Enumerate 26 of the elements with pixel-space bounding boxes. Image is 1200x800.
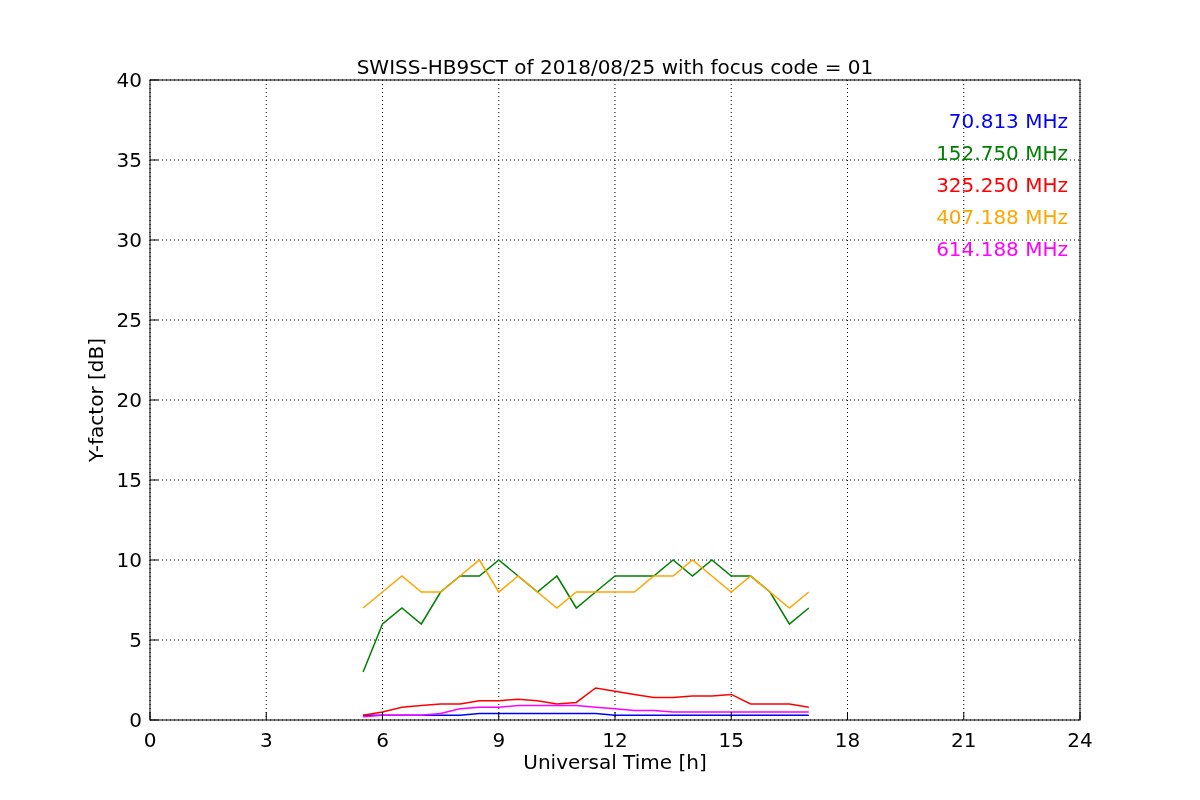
y-axis-label: Y-factor [dB] <box>84 338 108 462</box>
x-tick-label: 18 <box>834 728 861 752</box>
x-tick-label: 9 <box>492 728 506 752</box>
y-tick-label: 0 <box>129 708 142 732</box>
legend-label: 152.750 MHz <box>936 141 1068 165</box>
y-tick-label: 35 <box>116 148 142 172</box>
x-tick-label: 12 <box>602 728 628 752</box>
x-tick-label: 6 <box>376 728 389 752</box>
x-tick-label: 3 <box>259 728 273 752</box>
y-tick-label: 20 <box>116 388 142 412</box>
legend-label: 407.188 MHz <box>936 205 1068 229</box>
x-tick-label: 15 <box>718 728 744 752</box>
y-tick-label: 40 <box>116 68 142 92</box>
y-tick-label: 15 <box>116 468 142 492</box>
chart-title: SWISS-HB9SCT of 2018/08/25 with focus code = 01 <box>356 55 874 79</box>
legend-label: 325.250 MHz <box>936 173 1068 197</box>
x-axis-label: Universal Time [h] <box>523 750 707 774</box>
y-tick-label: 10 <box>116 548 142 572</box>
x-tick-label: 24 <box>1067 728 1093 752</box>
x-tick-label: 0 <box>143 728 157 752</box>
legend-label: 614.188 MHz <box>936 237 1068 261</box>
x-tick-label: 21 <box>951 728 977 752</box>
legend-label: 70.813 MHz <box>948 109 1068 133</box>
y-tick-label: 25 <box>116 308 142 332</box>
y-tick-label: 5 <box>129 628 142 652</box>
y-tick-label: 30 <box>116 228 142 252</box>
